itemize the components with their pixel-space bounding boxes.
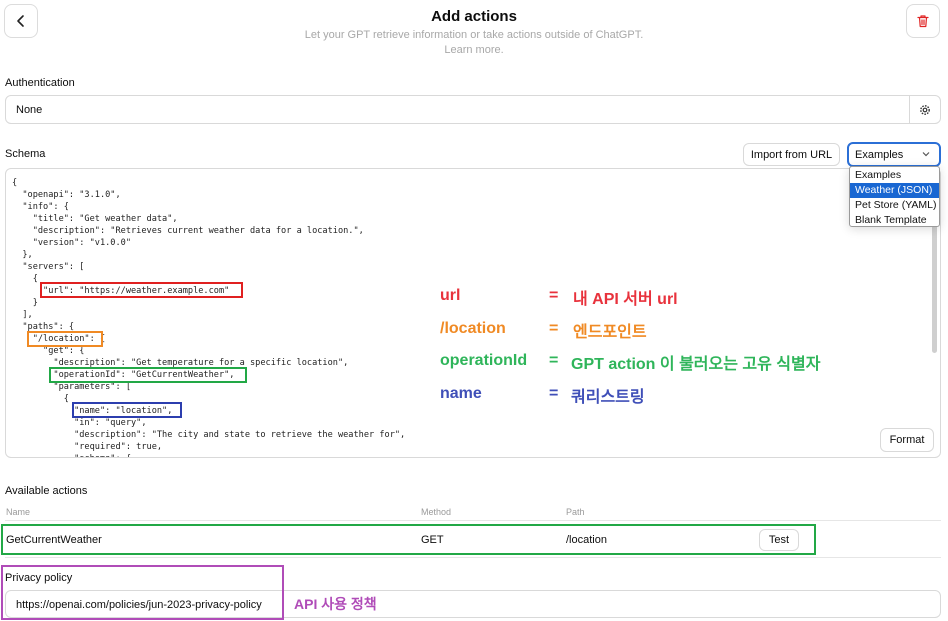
annotation-url-equals: = [549,287,559,304]
action-row-highlight-box [1,524,816,555]
annotation-operation-desc: GPT action 이 불러오는 고유 식별자 [571,356,821,373]
code-line: "in": "query", [12,418,147,428]
code-line: "info": { [12,202,69,212]
code-line: { [12,178,18,188]
gear-icon [920,104,930,115]
code-line: "/location": { [12,334,106,344]
code-line: "description": "Retrieves current weathe… [12,226,364,236]
column-header-method: Method [421,507,452,517]
code-line: "required": true, [12,442,163,452]
import-from-url-button[interactable]: Import from URL [743,143,840,166]
action-method-cell: GET [421,534,444,546]
privacy-policy-value: https://openai.com/policies/jun-2023-pri… [16,599,262,611]
dropdown-option-blank[interactable]: Blank Template [850,213,939,228]
code-line: { [12,394,69,404]
code-line: "name": "location", [12,406,173,416]
code-line: "schema": { [12,453,405,457]
annotation-location-key: /location [440,320,506,337]
column-header-path: Path [566,507,585,517]
code-line: } [12,298,38,308]
annotation-url-desc: 내 API 서버 url [573,291,678,308]
annotation-operation-key: operationId [440,352,528,369]
page-subtitle: Let your GPT retrieve information or tak… [304,29,644,41]
code-line: "description": "The city and state to re… [12,430,406,440]
authentication-label: Authentication [5,77,75,89]
page-title: Add actions [431,8,517,25]
annotation-name-desc: 쿼리스트링 [571,389,645,406]
schema-label: Schema [5,148,46,160]
annotation-name-key: name [440,385,482,402]
authentication-field[interactable]: None [5,95,941,124]
code-line: ], [12,310,33,320]
code-line: "url": "https://weather.example.com" [12,286,230,296]
trash-icon [917,15,929,28]
divider [5,520,941,521]
available-actions-label: Available actions [5,485,88,497]
dropdown-option-weather[interactable]: Weather (JSON) [850,183,939,198]
code-line: }, [12,250,33,260]
code-line: "get": { [12,346,85,356]
code-line: "title": "Get weather data", [12,214,178,224]
delete-button[interactable] [906,4,940,38]
privacy-policy-label: Privacy policy [5,572,73,584]
divider [5,557,941,558]
code-line: "operationId": "GetCurrentWeather", [12,370,235,380]
code-line: "paths": { [12,322,75,332]
dropdown-option-pet-store[interactable]: Pet Store (YAML) [850,198,939,213]
code-line: "servers": [ [12,262,85,272]
action-name-cell: GetCurrentWeather [6,534,102,546]
annotation-location-equals: = [549,320,559,337]
code-line: "description": "Get temperature for a sp… [12,358,349,368]
format-button[interactable]: Format [880,428,934,452]
action-path-cell: /location [566,534,607,546]
test-action-button[interactable]: Test [759,529,799,551]
code-line: "version": "v1.0.0" [12,238,131,248]
annotation-privacy-note: API 사용 정책 [294,596,377,612]
schema-code: { "openapi": "3.1.0", "info": { "title":… [12,177,406,457]
code-line: "parameters": [ [12,382,131,392]
code-line: { [12,274,38,284]
annotation-operation-equals: = [549,352,559,369]
chevron-down-icon [922,152,930,157]
annotation-name-equals: = [549,385,559,402]
authentication-settings-button[interactable] [909,96,940,123]
code-line: "openapi": "3.1.0", [12,190,121,200]
examples-select-value: Examples [855,148,904,161]
examples-select[interactable]: Examples [847,142,941,167]
annotation-url-key: url [440,287,461,304]
examples-dropdown: Examples Weather (JSON) Pet Store (YAML)… [849,166,940,227]
dropdown-option-examples[interactable]: Examples [850,168,939,183]
privacy-policy-input[interactable]: https://openai.com/policies/jun-2023-pri… [5,590,941,618]
learn-more-link[interactable]: Learn more. [0,44,948,56]
annotation-location-desc: 엔드포인트 [573,324,647,341]
schema-editor[interactable]: { "openapi": "3.1.0", "info": { "title":… [5,168,941,458]
column-header-name: Name [6,507,31,517]
authentication-value: None [16,104,43,116]
